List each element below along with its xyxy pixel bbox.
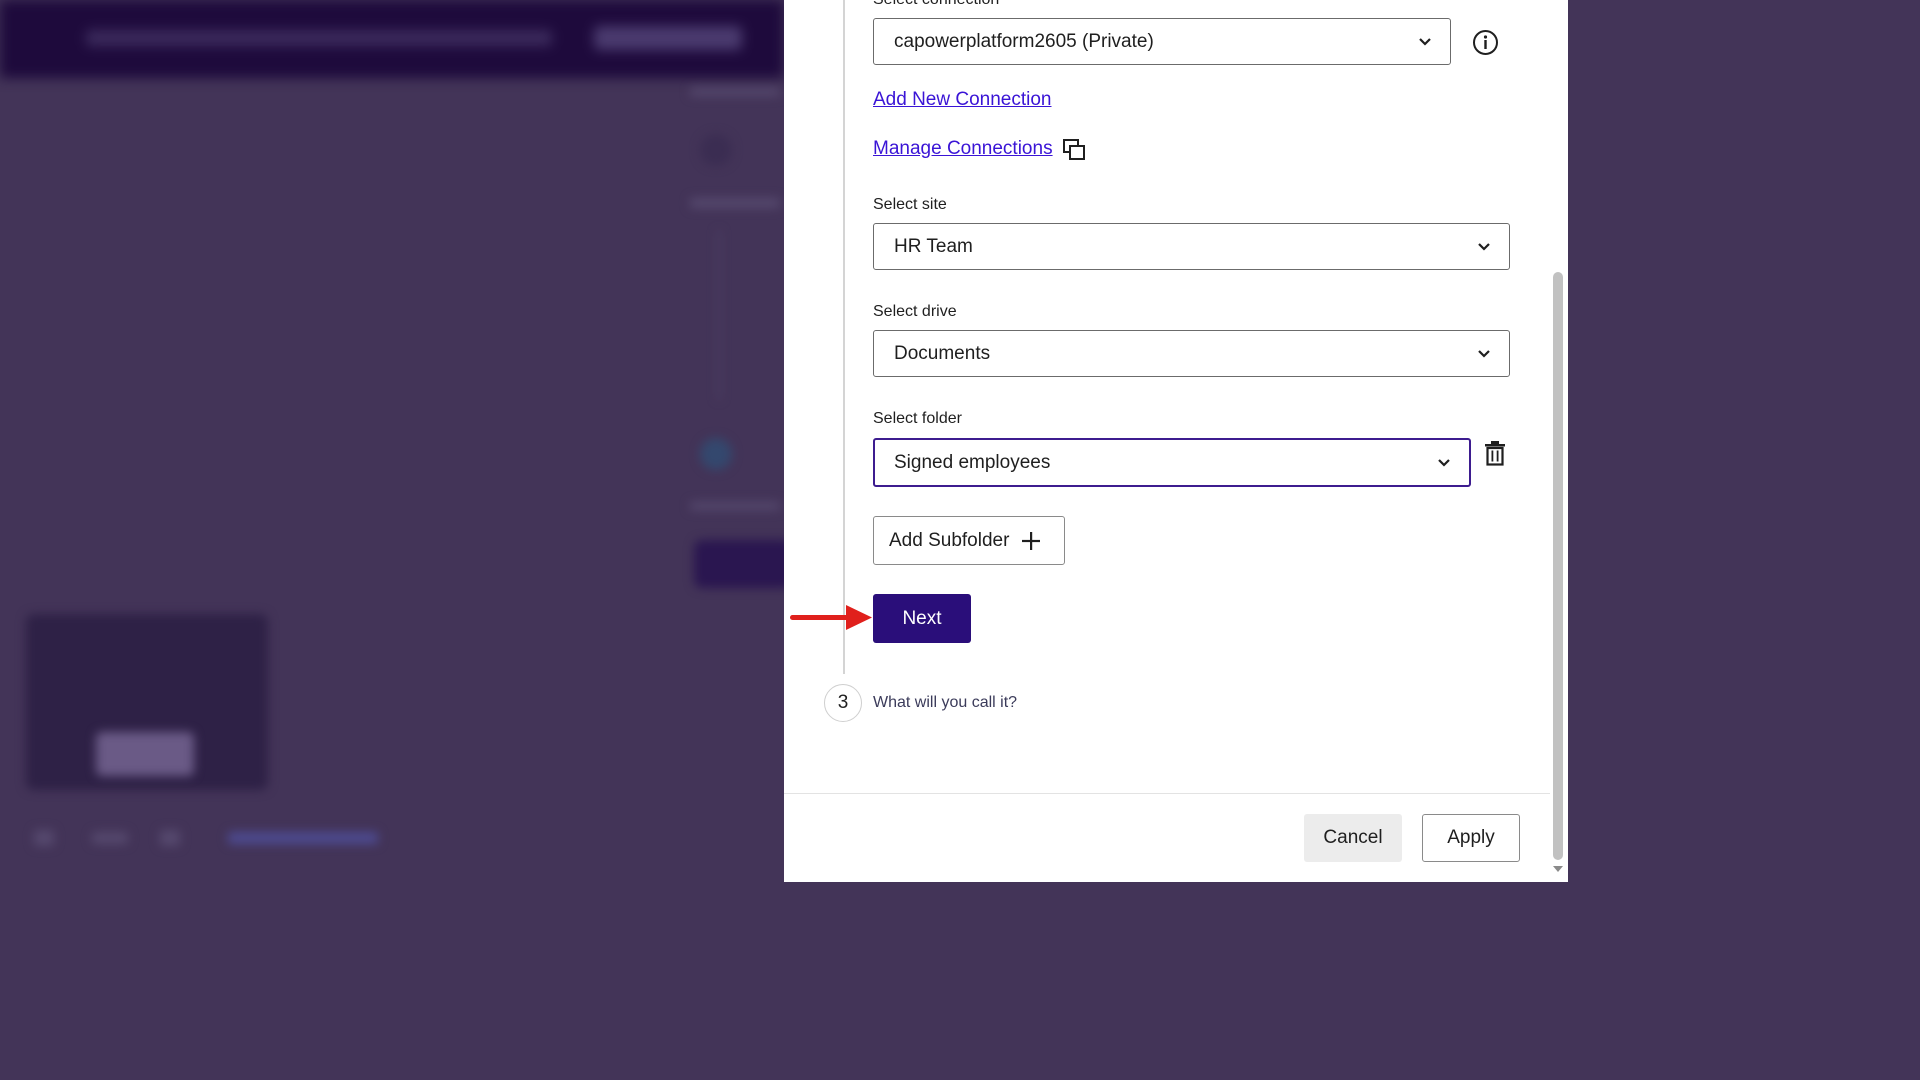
drive-select-value: Documents (894, 342, 991, 364)
site-label: Select site (873, 196, 947, 213)
background-step-circle (700, 134, 732, 166)
background-divider (718, 230, 720, 400)
open-external-icon[interactable] (1062, 138, 1086, 162)
background-header-button (594, 26, 742, 50)
add-new-connection-link[interactable]: Add New Connection (873, 89, 1052, 111)
connection-select-value: capowerplatform2605 (Private) (894, 30, 1154, 52)
step-3-title[interactable]: What will you call it? (873, 694, 1017, 712)
background-button (694, 540, 784, 588)
connection-label: Select connection (873, 0, 999, 9)
background-text (690, 88, 780, 96)
info-icon[interactable] (1472, 29, 1499, 56)
scrollbar-thumb[interactable] (1553, 272, 1563, 860)
cancel-button[interactable]: Cancel (1304, 814, 1402, 862)
background-text (690, 198, 780, 208)
trash-icon[interactable] (1484, 440, 1506, 466)
site-select[interactable]: HR Team (873, 223, 1510, 270)
background-footer-item (92, 832, 128, 844)
connection-select[interactable]: capowerplatform2605 (Private) (873, 18, 1451, 65)
background-text (690, 502, 780, 510)
background-header-bar (86, 30, 552, 46)
add-subfolder-label: Add Subfolder (889, 529, 1010, 551)
background-footer-link (228, 832, 378, 844)
background-header (0, 0, 784, 78)
chevron-down-icon (1478, 242, 1490, 251)
folder-label: Select folder (873, 410, 962, 427)
chevron-down-icon (1438, 458, 1450, 467)
add-subfolder-button[interactable]: Add Subfolder (873, 516, 1065, 565)
folder-select[interactable]: Signed employees (873, 438, 1471, 487)
manage-connections-link[interactable]: Manage Connections (873, 138, 1053, 160)
footer-divider (784, 793, 1550, 794)
red-arrow-icon (790, 605, 872, 630)
step-3-indicator: 3 (824, 684, 862, 722)
background-footer-item (160, 830, 180, 846)
background-card-button (96, 732, 194, 776)
folder-select-value: Signed employees (894, 451, 1051, 473)
next-button[interactable]: Next (873, 594, 971, 643)
scroll-down-arrow-icon[interactable] (1553, 866, 1563, 872)
background-step-circle (700, 438, 732, 470)
site-select-value: HR Team (894, 235, 973, 257)
drive-label: Select drive (873, 303, 957, 320)
step-connector-line (843, 0, 845, 674)
background-footer-item (34, 830, 54, 846)
background-app (0, 0, 784, 882)
chevron-down-icon (1419, 37, 1431, 46)
drive-select[interactable]: Documents (873, 330, 1510, 377)
plus-icon (1022, 531, 1041, 550)
apply-button[interactable]: Apply (1422, 814, 1520, 862)
chevron-down-icon (1478, 349, 1490, 358)
